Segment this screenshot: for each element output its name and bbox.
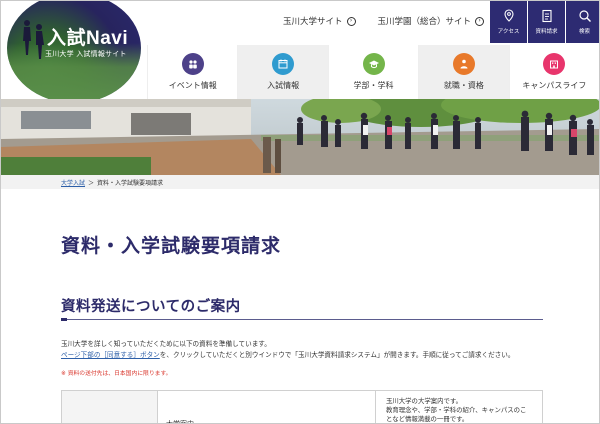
intro-text: 玉川大学を詳しく知っていただくために以下の資料を準備しています。 ページ下部の［… xyxy=(61,339,514,361)
people-icon xyxy=(181,53,204,75)
breadcrumb-separator: ＞ xyxy=(88,179,95,187)
map-pin-icon xyxy=(503,9,514,22)
site-logo[interactable]: 入試Navi 玉川大学 入試情報サイト xyxy=(7,1,141,103)
nav-item-careers[interactable]: 就職・資格 xyxy=(418,45,509,99)
access-label: アクセス xyxy=(497,29,520,35)
graduation-cap-icon xyxy=(362,53,385,75)
calendar-icon xyxy=(272,53,295,75)
intro-line-2: ページ下部の［同意する］ボタンを、クリックしていただくと別ウインドウで「玉川大学… xyxy=(61,350,514,361)
nav-item-campus-life[interactable]: キャンパスライフ xyxy=(508,45,599,99)
top-link-label: 玉川大学サイト xyxy=(283,17,343,27)
campus-scene-illustration xyxy=(1,99,599,175)
table-item-name: 大学案内 xyxy=(158,391,376,423)
logo-subtitle: 玉川大学 入試情報サイト xyxy=(45,50,127,58)
section-title: 資料発送についてのご案内 xyxy=(61,299,241,315)
hero-campus-photo xyxy=(1,99,599,175)
logo-title: 入試Navi xyxy=(47,28,129,49)
breadcrumb: 大学入試 ＞ 資料・入学試験要項請求 xyxy=(1,175,599,189)
page-frame: 入試Navi 玉川大学 入試情報サイト 玉川大学サイト › 玉川学園（総合）サイ… xyxy=(0,0,600,424)
nav-item-events[interactable]: イベント情報 xyxy=(147,45,237,99)
shipping-note: ※ 資料の送付先は、日本国内に限ります。 xyxy=(61,371,172,377)
request-materials-label: 資料請求 xyxy=(535,29,558,35)
global-nav: イベント情報 入試情報 学部・学科 就職・資格 キャンパスライフ xyxy=(147,45,599,99)
top-link-label: 玉川学園（総合）サイト xyxy=(377,17,472,27)
table-image-cell xyxy=(62,391,158,423)
table-desc-line: となど情報満載の一冊です。 xyxy=(386,415,469,423)
career-icon xyxy=(452,53,475,75)
table-desc-line: 玉川大学の大学案内です。 xyxy=(386,397,463,405)
breadcrumb-home-link[interactable]: 大学入試 xyxy=(61,178,85,187)
materials-table: 大学案内 玉川大学の大学案内です。 教育理念や、学部・学科の紹介、キャンパスのこ… xyxy=(61,390,543,423)
nav-label: 入試情報 xyxy=(267,81,300,90)
document-icon xyxy=(541,9,552,23)
top-links: 玉川大学サイト › 玉川学園（総合）サイト › xyxy=(283,15,485,27)
table-desc-line: 教育理念や、学部・学科の紹介、キャンパスのこ xyxy=(386,406,527,414)
search-icon xyxy=(578,10,591,22)
nav-label: キャンパスライフ xyxy=(522,81,587,90)
circle-arrow-icon: › xyxy=(475,16,485,26)
top-link-gakuen-site[interactable]: 玉川学園（総合）サイト › xyxy=(378,15,485,27)
building-icon xyxy=(543,53,566,75)
nav-label: 学部・学科 xyxy=(353,81,394,90)
intro-line-1: 玉川大学を詳しく知っていただくために以下の資料を準備しています。 xyxy=(61,340,271,348)
agree-button-anchor-link[interactable]: ページ下部の［同意する］ボタン xyxy=(61,351,160,359)
circle-arrow-icon: › xyxy=(346,16,356,26)
section-divider xyxy=(61,318,543,321)
search-button[interactable]: 検索 xyxy=(566,1,599,43)
search-label: 検索 xyxy=(578,29,590,35)
top-link-university-site[interactable]: 玉川大学サイト › xyxy=(283,15,356,27)
table-item-description: 玉川大学の大学案内です。 教育理念や、学部・学科の紹介、キャンパスのこ となど情… xyxy=(376,391,542,423)
request-materials-button[interactable]: 資料請求 xyxy=(528,1,565,43)
nav-item-admissions[interactable]: 入試情報 xyxy=(237,45,328,99)
utility-buttons: アクセス 資料請求 検索 xyxy=(489,1,599,43)
site-header: 入試Navi 玉川大学 入試情報サイト 玉川大学サイト › 玉川学園（総合）サイ… xyxy=(1,1,599,103)
nav-label: イベント情報 xyxy=(168,81,217,90)
nav-item-faculties[interactable]: 学部・学科 xyxy=(327,45,418,99)
access-button[interactable]: アクセス xyxy=(490,1,527,43)
intro-line-2-rest: を、クリックしていただくと別ウインドウで「玉川大学資料請求システム」が開きます。… xyxy=(159,351,515,359)
nav-label: 就職・資格 xyxy=(443,81,484,90)
page-title: 資料・入学試験要項請求 xyxy=(61,235,282,257)
breadcrumb-current: 資料・入学試験要項請求 xyxy=(97,179,164,187)
